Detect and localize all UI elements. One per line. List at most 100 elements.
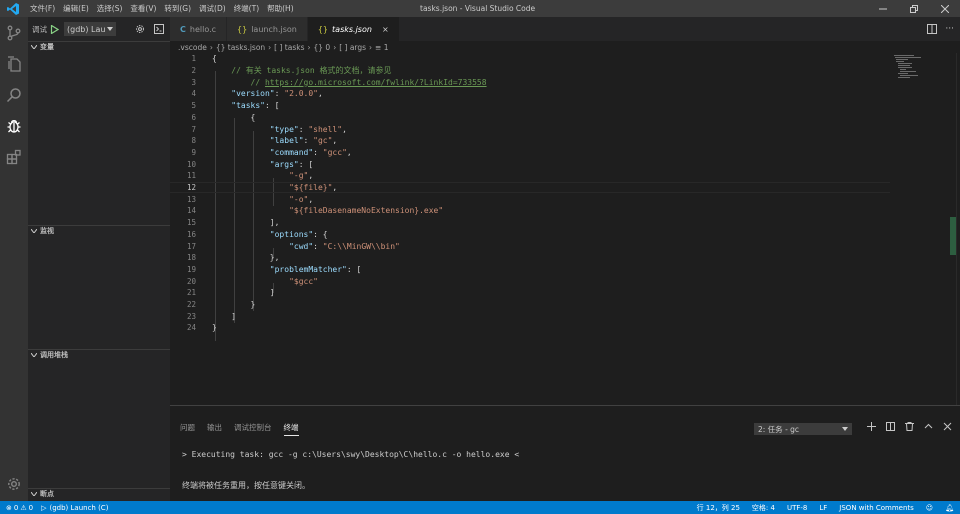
code-line[interactable]: 9 "command": "gcc", bbox=[170, 147, 890, 159]
panel-tab-terminal[interactable]: 终端 bbox=[283, 422, 299, 436]
code-text: { bbox=[212, 112, 256, 122]
trash-icon[interactable] bbox=[905, 422, 914, 431]
code-line[interactable]: 16 "options": { bbox=[170, 229, 890, 241]
menu-selection[interactable]: 选择(S) bbox=[93, 3, 127, 14]
breadcrumb-item[interactable]: {} tasks.json bbox=[216, 43, 265, 52]
breadcrumb-item[interactable]: [ ] tasks bbox=[274, 43, 304, 52]
breadcrumb-item[interactable]: ≡ 1 bbox=[375, 43, 388, 52]
menu-terminal[interactable]: 终端(T) bbox=[230, 3, 263, 14]
code-text: ] bbox=[212, 311, 237, 321]
code-line[interactable]: 23 ] bbox=[170, 310, 890, 322]
error-count: 0 bbox=[13, 503, 19, 512]
code-text: "version": "2.0.0", bbox=[231, 89, 323, 99]
more-actions-icon[interactable]: ··· bbox=[945, 24, 954, 34]
launch-config-select[interactable]: (gdb) Lau bbox=[64, 22, 117, 36]
close-panel-icon[interactable] bbox=[943, 422, 952, 431]
cursor-position[interactable]: 行 12，列 25 bbox=[697, 503, 740, 513]
menu-debug[interactable]: 调试(D) bbox=[195, 3, 230, 14]
code-line[interactable]: 5 "tasks": [ bbox=[170, 100, 890, 112]
menu-edit[interactable]: 编辑(E) bbox=[59, 3, 93, 14]
code-line[interactable]: 13 "-o", bbox=[170, 193, 890, 205]
code-line[interactable]: 17 "cwd": "C:\\MinGW\\bin" bbox=[170, 240, 890, 252]
start-debugging-button[interactable] bbox=[50, 24, 59, 34]
section-call-stack[interactable]: 调用堆栈 bbox=[28, 349, 170, 360]
breadcrumb-item[interactable]: {} 0 bbox=[314, 43, 331, 52]
debug-icon[interactable] bbox=[0, 110, 28, 141]
encoding[interactable]: UTF-8 bbox=[787, 504, 807, 512]
split-terminal-icon[interactable] bbox=[886, 422, 895, 431]
line-number: 23 bbox=[186, 311, 196, 321]
editor-scrollbar-thumb[interactable] bbox=[950, 217, 956, 255]
code-line[interactable]: 22 } bbox=[170, 299, 890, 311]
settings-gear-icon[interactable] bbox=[0, 468, 28, 499]
panel-tab-output[interactable]: 输出 bbox=[207, 422, 222, 436]
debug-status[interactable]: ▷ (gdb) Launch (C) bbox=[41, 504, 108, 512]
open-launch-json-gear-icon[interactable] bbox=[135, 24, 145, 34]
menu-help[interactable]: 帮助(H) bbox=[263, 3, 298, 14]
menu-file[interactable]: 文件(F) bbox=[26, 3, 59, 14]
maximize-panel-icon[interactable] bbox=[924, 422, 933, 431]
code-line[interactable]: 11 "-g", bbox=[170, 170, 890, 182]
debug-console-icon[interactable] bbox=[154, 24, 165, 34]
tab-label: launch.json bbox=[251, 24, 297, 34]
problems-status[interactable]: ⊗ 0 ⚠ 0 bbox=[6, 504, 33, 512]
notifications-bell-icon[interactable]: 🔔︎ bbox=[945, 504, 954, 512]
code-line[interactable]: 1{ bbox=[170, 53, 890, 65]
indentation[interactable]: 空格: 4 bbox=[752, 503, 775, 513]
code-line[interactable]: 14 "${fileDasenameNoExtension}.exe" bbox=[170, 205, 890, 217]
line-number: 9 bbox=[191, 147, 196, 157]
code-line[interactable]: 6 { bbox=[170, 112, 890, 124]
code-line[interactable]: 2 // 有关 tasks.json 格式的文档，请参见 bbox=[170, 65, 890, 77]
code-text: "options": { bbox=[269, 229, 328, 239]
language-mode[interactable]: JSON with Comments bbox=[839, 504, 914, 512]
code-line[interactable]: 18 }, bbox=[170, 252, 890, 264]
search-icon[interactable] bbox=[0, 79, 28, 110]
code-line[interactable]: 12 "${file}", bbox=[170, 181, 890, 194]
restore-button[interactable] bbox=[898, 0, 929, 17]
panel-actions bbox=[867, 422, 952, 431]
menu-go[interactable]: 转到(G) bbox=[160, 3, 195, 14]
tab-hello-c[interactable]: C hello.c bbox=[170, 17, 228, 41]
breadcrumb: .vscode › {} tasks.json › [ ] tasks › {}… bbox=[170, 41, 960, 53]
code-editor[interactable]: 1{2 // 有关 tasks.json 格式的文档，请参见 3 // https… bbox=[170, 53, 960, 405]
panel-tab-debug-console[interactable]: 调试控制台 bbox=[234, 422, 272, 436]
tab-launch-json[interactable]: {} launch.json bbox=[227, 17, 308, 41]
terminal-select[interactable]: 2: 任务 - gc bbox=[754, 423, 852, 435]
section-breakpoints[interactable]: 断点 bbox=[28, 488, 170, 499]
minimize-button[interactable] bbox=[867, 0, 898, 17]
code-line[interactable]: 24} bbox=[170, 322, 890, 334]
code-line[interactable]: 21 ] bbox=[170, 287, 890, 299]
code-line[interactable]: 4 "version": "2.0.0", bbox=[170, 88, 890, 100]
breadcrumb-item[interactable]: [ ] args bbox=[339, 43, 366, 52]
minimap[interactable] bbox=[892, 53, 950, 83]
section-variables[interactable]: 变量 bbox=[28, 41, 170, 52]
new-terminal-icon[interactable] bbox=[867, 422, 876, 431]
split-editor-icon[interactable] bbox=[927, 24, 938, 34]
extensions-icon[interactable] bbox=[0, 141, 28, 172]
line-number: 20 bbox=[186, 276, 196, 286]
line-number: 15 bbox=[186, 218, 196, 228]
close-window-button[interactable] bbox=[929, 0, 960, 17]
code-text: "${fileDasenameNoExtension}.exe" bbox=[289, 206, 444, 216]
section-watch[interactable]: 监视 bbox=[28, 225, 170, 236]
menu-view[interactable]: 查看(V) bbox=[126, 3, 160, 14]
close-icon[interactable]: × bbox=[382, 25, 389, 34]
code-line[interactable]: 8 "label": "gc", bbox=[170, 135, 890, 147]
line-number: 4 bbox=[191, 89, 196, 99]
code-line[interactable]: 20 "$gcc" bbox=[170, 275, 890, 287]
chevron-right-icon: › bbox=[307, 42, 311, 52]
tab-tasks-json[interactable]: {} tasks.json × bbox=[307, 17, 400, 41]
code-line[interactable]: 19 "problemMatcher": [ bbox=[170, 264, 890, 276]
explorer-icon[interactable] bbox=[0, 48, 28, 79]
code-line[interactable]: 15 ], bbox=[170, 217, 890, 229]
source-control-icon[interactable] bbox=[0, 17, 28, 48]
breadcrumb-item[interactable]: .vscode bbox=[178, 43, 207, 52]
code-line[interactable]: 7 "type": "shell", bbox=[170, 123, 890, 135]
c-file-icon: C bbox=[180, 24, 186, 34]
panel-tab-problems[interactable]: 问题 bbox=[180, 422, 195, 436]
code-line[interactable]: 3 // https://go.microsoft.com/fwlink/?Li… bbox=[170, 76, 890, 88]
code-line[interactable]: 10 "args": [ bbox=[170, 158, 890, 170]
end-of-line[interactable]: LF bbox=[819, 504, 827, 512]
feedback-icon[interactable]: ☺ bbox=[926, 504, 933, 512]
chevron-right-icon: › bbox=[333, 42, 337, 52]
